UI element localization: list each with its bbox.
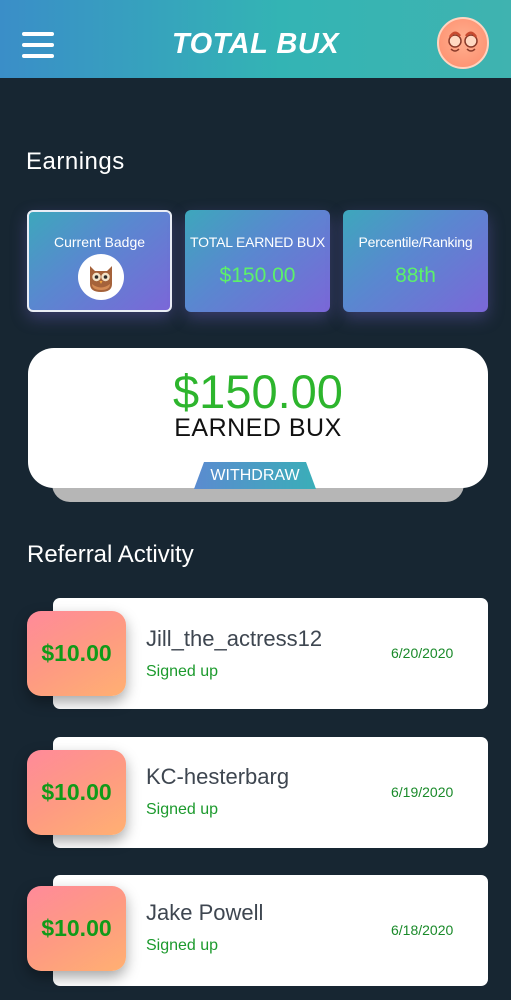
percentile-ranking-card[interactable]: Percentile/Ranking 88th: [343, 210, 488, 312]
referral-status: Signed up: [146, 937, 219, 954]
current-badge-label: Current Badge: [53, 234, 146, 250]
referral-amount-badge: $10.00: [27, 611, 126, 696]
referral-amount-badge: $10.00: [27, 750, 126, 835]
owl-badge-icon: [78, 254, 124, 300]
user-avatar-icon[interactable]: [437, 17, 489, 69]
earned-bux-label: EARNED BUX: [174, 414, 342, 442]
referral-status: Signed up: [146, 801, 219, 818]
referral-date: 6/18/2020: [391, 922, 454, 938]
earned-bux-amount: $150.00: [173, 365, 343, 418]
avatar-illustration: [448, 31, 478, 52]
referral-name: Jake Powell: [146, 900, 264, 925]
referral-date: 6/20/2020: [391, 645, 454, 661]
referral-date: 6/19/2020: [391, 784, 454, 800]
current-badge-card[interactable]: Current Badge: [27, 210, 172, 312]
referral-name: Jill_the_actress12: [146, 626, 323, 651]
earnings-title: Earnings: [26, 148, 125, 175]
referral-name: KC-hesterbarg: [146, 764, 290, 789]
percentile-ranking-value: 88th: [395, 264, 436, 287]
total-earned-value: $150.00: [219, 264, 296, 287]
app-title: TOTAL BUX: [171, 28, 340, 60]
percentile-ranking-label: Percentile/Ranking: [358, 234, 473, 250]
app-header: TOTAL BUX: [0, 0, 511, 78]
total-earned-label: TOTAL EARNED BUX: [189, 234, 326, 250]
referral-activity-title: Referral Activity: [27, 541, 194, 568]
withdraw-button[interactable]: WITHDRAW: [194, 462, 316, 489]
referral-amount-badge: $10.00: [27, 886, 126, 971]
referral-status: Signed up: [146, 663, 219, 680]
total-earned-card[interactable]: TOTAL EARNED BUX $150.00: [185, 210, 330, 312]
